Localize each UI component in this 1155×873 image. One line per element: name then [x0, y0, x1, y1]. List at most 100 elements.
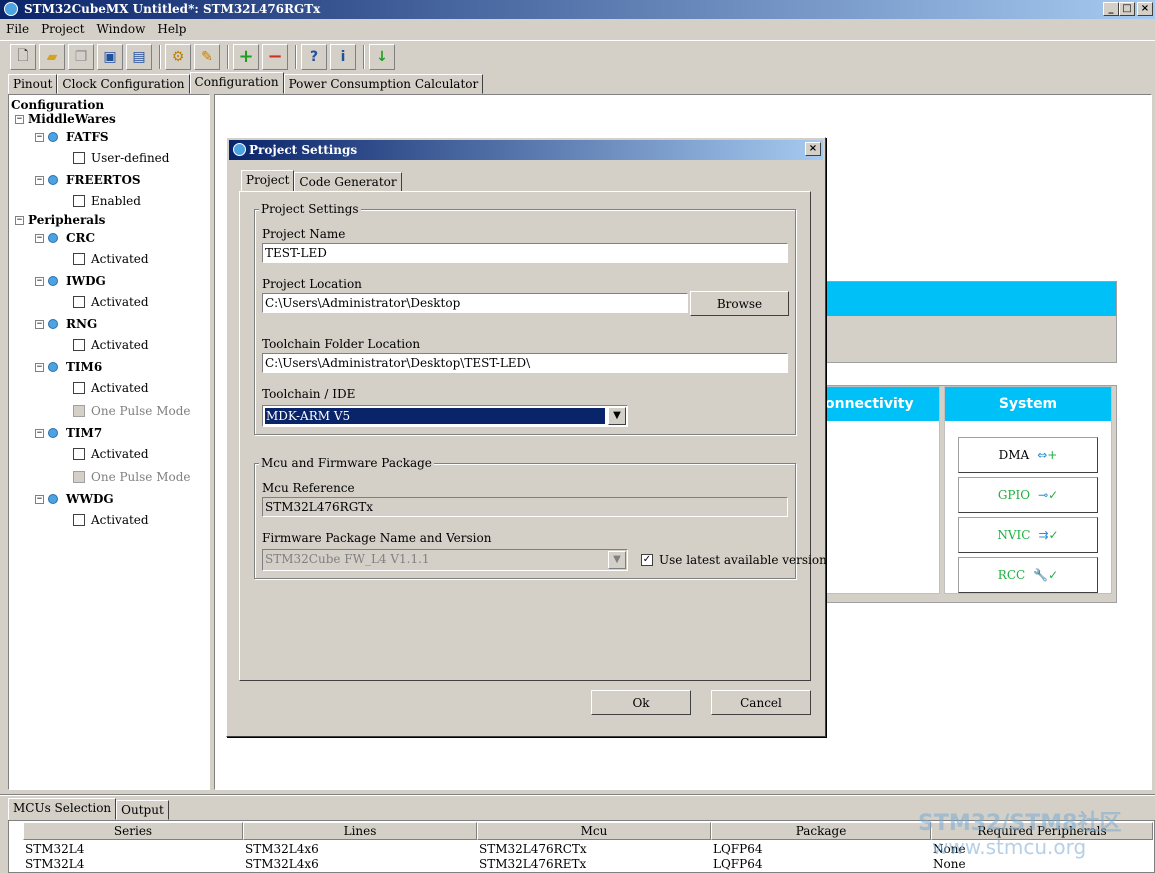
tree-peripherals[interactable]: − Peripherals [15, 212, 105, 228]
gear-icon [48, 319, 58, 329]
menu-help[interactable]: Help [151, 19, 192, 39]
toolchain-folder-input[interactable]: C:\Users\Administrator\Desktop\TEST-LED\ [262, 353, 788, 373]
column-header-package[interactable]: Package [711, 822, 931, 840]
collapse-icon[interactable]: − [35, 494, 44, 504]
checkbox[interactable] [73, 448, 85, 460]
cell-lines: STM32L4x6 [245, 857, 319, 871]
tree-fatfs-option[interactable]: User-defined [73, 150, 169, 166]
nvic-label: NVIC [997, 528, 1031, 542]
gear-icon [48, 276, 58, 286]
generate-report-icon[interactable]: ⚙ [165, 43, 191, 70]
collapse-icon[interactable]: − [35, 428, 44, 438]
tree-tim6[interactable]: − TIM6 [35, 359, 102, 375]
tab-project[interactable]: Project [241, 170, 295, 192]
column-header-mcu[interactable]: Mcu [477, 822, 711, 840]
tree-crc-activated[interactable]: Activated [73, 251, 149, 267]
save-icon[interactable]: ▣ [97, 43, 123, 70]
tree-rng[interactable]: − RNG [35, 316, 97, 332]
copy-icon[interactable]: ❐ [68, 43, 94, 70]
project-location-input[interactable]: C:\Users\Administrator\Desktop [262, 293, 688, 313]
tree-tim7[interactable]: − TIM7 [35, 425, 102, 441]
tree-freertos-option[interactable]: Enabled [73, 193, 141, 209]
project-settings-legend: Project Settings [259, 202, 361, 216]
open-folder-icon[interactable]: ▰ [39, 43, 65, 70]
tab-power-consumption[interactable]: Power Consumption Calculator [283, 74, 484, 94]
cell-mcu: STM32L476RCTx [479, 842, 587, 856]
menu-window[interactable]: Window [91, 19, 152, 39]
zoom-out-icon[interactable]: − [262, 43, 288, 70]
column-header-series[interactable]: Series [23, 822, 243, 840]
dma-button[interactable]: DMA ⇔+ [958, 437, 1098, 473]
tree-freertos[interactable]: − FREERTOS [35, 172, 141, 188]
checkbox-disabled [73, 405, 85, 417]
tab-clock-configuration[interactable]: Clock Configuration [57, 74, 190, 94]
tree-tim7-activated[interactable]: Activated [73, 446, 149, 462]
close-window-button[interactable]: × [1137, 2, 1153, 16]
checkbox[interactable] [73, 296, 85, 308]
one-pulse-label: One Pulse Mode [91, 470, 191, 484]
save-as-icon[interactable]: ▤ [126, 43, 152, 70]
zoom-in-icon[interactable]: + [233, 43, 259, 70]
chevron-down-icon[interactable]: ▼ [608, 407, 626, 425]
collapse-icon[interactable]: − [35, 233, 44, 243]
configuration-tree: Configuration − MiddleWares − FATFS User… [8, 94, 210, 790]
mcu-firmware-legend: Mcu and Firmware Package [259, 456, 434, 470]
collapse-icon[interactable]: − [35, 319, 44, 329]
tree-wwdg-activated[interactable]: Activated [73, 512, 149, 528]
collapse-icon[interactable]: − [35, 362, 44, 372]
column-header-lines[interactable]: Lines [243, 822, 477, 840]
checkbox[interactable] [73, 382, 85, 394]
tab-mcus-selection[interactable]: MCUs Selection [8, 798, 117, 820]
tab-output[interactable]: Output [116, 800, 169, 820]
nvic-button[interactable]: NVIC ⇉✓ [958, 517, 1098, 553]
tree-peripherals-label: Peripherals [28, 213, 106, 227]
collapse-icon[interactable]: − [35, 132, 44, 142]
checkbox[interactable] [73, 152, 85, 164]
tree-tim6-activated[interactable]: Activated [73, 380, 149, 396]
checkbox[interactable] [73, 195, 85, 207]
download-icon[interactable]: ↓ [369, 43, 395, 70]
bottom-splitter[interactable] [0, 794, 1155, 796]
checkbox[interactable] [73, 253, 85, 265]
checked-checkbox-icon[interactable]: ✓ [641, 554, 653, 566]
gear-icon [48, 494, 58, 504]
generate-code-icon[interactable]: ✎ [194, 43, 220, 70]
ok-button[interactable]: Ok [591, 690, 691, 715]
toolchain-ide-select[interactable]: MDK-ARM V5 ▼ [262, 405, 628, 427]
collapse-icon[interactable]: − [35, 276, 44, 286]
browse-button[interactable]: Browse [690, 291, 789, 316]
tree-iwdg-activated[interactable]: Activated [73, 294, 149, 310]
tree-crc[interactable]: − CRC [35, 230, 95, 246]
tab-pinout[interactable]: Pinout [8, 74, 58, 94]
tab-code-generator[interactable]: Code Generator [294, 172, 402, 192]
new-project-icon[interactable]: 🗋 [10, 43, 36, 70]
maximize-button[interactable]: □ [1119, 2, 1135, 16]
cancel-button[interactable]: Cancel [711, 690, 811, 715]
gpio-button[interactable]: GPIO ⊸✓ [958, 477, 1098, 513]
tree-iwdg[interactable]: − IWDG [35, 273, 106, 289]
help-icon[interactable]: ? [301, 43, 327, 70]
gear-icon [48, 362, 58, 372]
tree-middlewares[interactable]: − MiddleWares [15, 111, 116, 127]
collapse-icon[interactable]: − [15, 215, 24, 225]
cell-package: LQFP64 [713, 842, 763, 856]
tree-rng-label: RNG [66, 317, 98, 331]
tree-wwdg[interactable]: − WWDG [35, 491, 114, 507]
use-latest-checkbox[interactable]: ✓ Use latest available version [641, 553, 827, 567]
about-icon[interactable]: i [330, 43, 356, 70]
project-name-input[interactable]: TEST-LED [262, 243, 788, 263]
nvic-icon: ⇉✓ [1038, 528, 1059, 542]
tree-rng-activated[interactable]: Activated [73, 337, 149, 353]
checkbox[interactable] [73, 514, 85, 526]
minimize-button[interactable]: _ [1103, 2, 1119, 16]
menu-file[interactable]: File [0, 19, 35, 39]
checkbox[interactable] [73, 339, 85, 351]
tab-configuration[interactable]: Configuration [189, 72, 284, 94]
rcc-button[interactable]: RCC 🔧✓ [958, 557, 1098, 593]
collapse-icon[interactable]: − [35, 175, 44, 185]
menu-project[interactable]: Project [35, 19, 90, 39]
table-row[interactable]: STM32L4 STM32L4x6 STM32L476RETx LQFP64 N… [9, 857, 1154, 872]
tree-fatfs[interactable]: − FATFS [35, 129, 109, 145]
dialog-close-button[interactable]: × [805, 142, 821, 156]
collapse-icon[interactable]: − [15, 114, 24, 124]
